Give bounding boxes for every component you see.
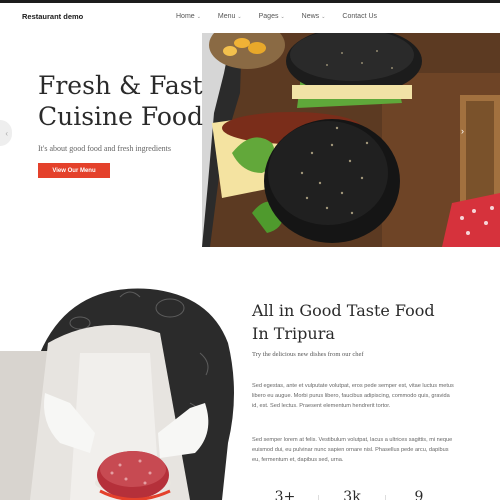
hero-title-line1: Fresh & Fast bbox=[38, 71, 203, 100]
stat-value: 3+ bbox=[274, 489, 296, 500]
nav-item-home[interactable]: Home ⌄ bbox=[176, 13, 201, 20]
nav-item-menu[interactable]: Menu ⌄ bbox=[218, 13, 242, 20]
chevron-right-icon: › bbox=[461, 126, 464, 136]
slider-prev-button[interactable]: ‹ bbox=[0, 120, 12, 146]
about-title-line2: In Tripura bbox=[252, 324, 335, 343]
view-menu-button[interactable]: View Our Menu bbox=[38, 163, 110, 178]
hero-subtitle: It's about good food and fresh ingredien… bbox=[38, 144, 171, 153]
burger-hero-image bbox=[202, 33, 500, 247]
hero-title: Fresh & Fast Cuisine Food bbox=[38, 70, 203, 132]
hero-title-line2: Cuisine Food bbox=[38, 102, 203, 131]
chevron-down-icon: ⌄ bbox=[321, 13, 326, 20]
nav-item-pages[interactable]: Pages ⌄ bbox=[259, 13, 285, 20]
nav-label: Home bbox=[176, 13, 195, 20]
main-nav: Home ⌄ Menu ⌄ Pages ⌄ News ⌄ Contact Us bbox=[176, 13, 394, 20]
chevron-down-icon: ⌄ bbox=[196, 13, 201, 20]
about-section: All in Good Taste Food In Tripura Try th… bbox=[0, 247, 500, 500]
about-tagline: Try the delicious new dishes from our ch… bbox=[252, 351, 364, 358]
about-paragraph-2: Sed semper lorem at felis. Vestibulum vo… bbox=[252, 437, 453, 463]
stats-row: 3+ 3k 9 bbox=[252, 489, 452, 500]
hero-slider: ‹ Fresh & Fast Cuisine Food It's about g… bbox=[0, 33, 500, 247]
nav-item-news[interactable]: News ⌄ bbox=[302, 13, 326, 20]
nav-label: Pages bbox=[258, 13, 279, 20]
nav-item-contact[interactable]: Contact Us bbox=[342, 13, 377, 20]
about-paragraph-1: Sed egestas, ante et vulputate volutpat,… bbox=[252, 383, 454, 409]
about-title: All in Good Taste Food In Tripura bbox=[252, 299, 435, 345]
about-title-line1: All in Good Taste Food bbox=[252, 301, 435, 320]
site-header: Restaurant demo Home ⌄ Menu ⌄ Pages ⌄ News ⌄… bbox=[0, 3, 500, 33]
chevron-down-icon: ⌄ bbox=[237, 13, 242, 20]
site-logo[interactable]: Restaurant demo bbox=[22, 12, 83, 21]
nav-label: News bbox=[301, 13, 320, 20]
chevron-left-icon: ‹ bbox=[5, 128, 8, 138]
stat-value: 9 bbox=[414, 489, 424, 500]
slider-next-button[interactable]: › bbox=[461, 126, 464, 136]
chef-image bbox=[0, 288, 234, 500]
nav-label: Contact Us bbox=[342, 13, 378, 20]
nav-label: Menu bbox=[217, 13, 236, 20]
stat-value: 3k bbox=[343, 489, 361, 500]
chevron-down-icon: ⌄ bbox=[280, 13, 285, 20]
